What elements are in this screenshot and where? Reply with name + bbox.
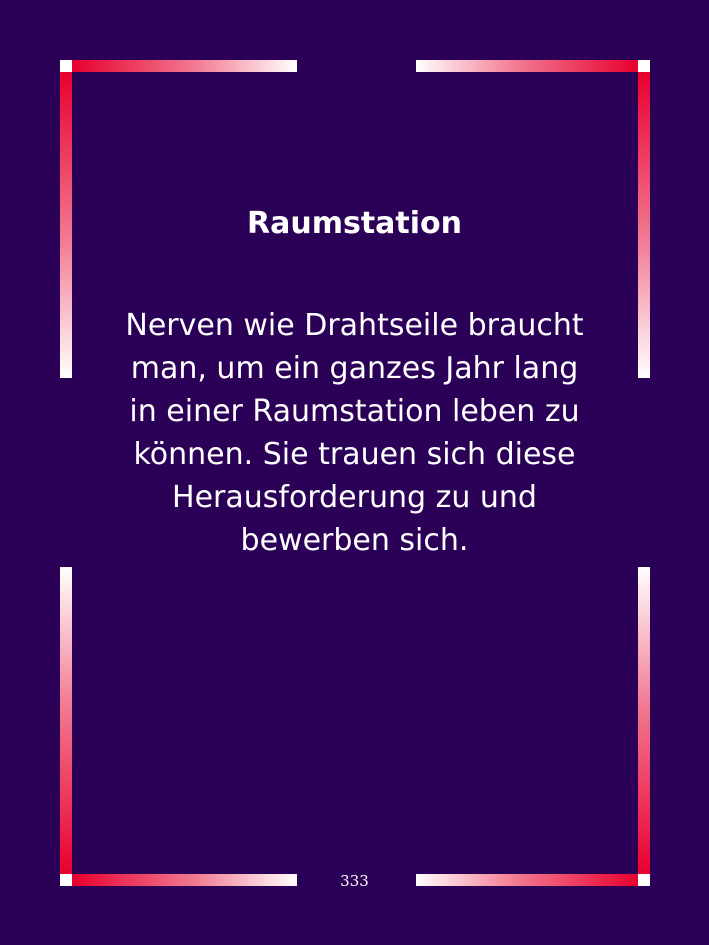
frame-left-bottom-bar bbox=[60, 567, 72, 874]
frame-top-right-bar bbox=[416, 60, 638, 72]
page-number: 333 bbox=[340, 872, 369, 890]
card-body-line: bewerben sich. bbox=[240, 523, 469, 558]
card-title: Raumstation bbox=[247, 206, 462, 241]
card-body-line: können. Sie trauen sich diese bbox=[133, 437, 576, 472]
frame-corner-top-right bbox=[638, 60, 650, 72]
frame-right-bottom-bar bbox=[638, 567, 650, 874]
card-body-line: Herausforderung zu und bbox=[172, 480, 537, 515]
card-body: Nerven wie Drahtseile braucht man, um ei… bbox=[110, 304, 599, 562]
frame-top-left-bar bbox=[72, 60, 297, 72]
frame-corner-top-left bbox=[60, 60, 72, 72]
card-body-line: in einer Raumstation leben zu bbox=[129, 394, 580, 429]
card-body-line: man, um ein ganzes Jahr lang bbox=[130, 351, 579, 386]
card-body-line: Nerven wie Drahtseile braucht bbox=[125, 308, 584, 343]
